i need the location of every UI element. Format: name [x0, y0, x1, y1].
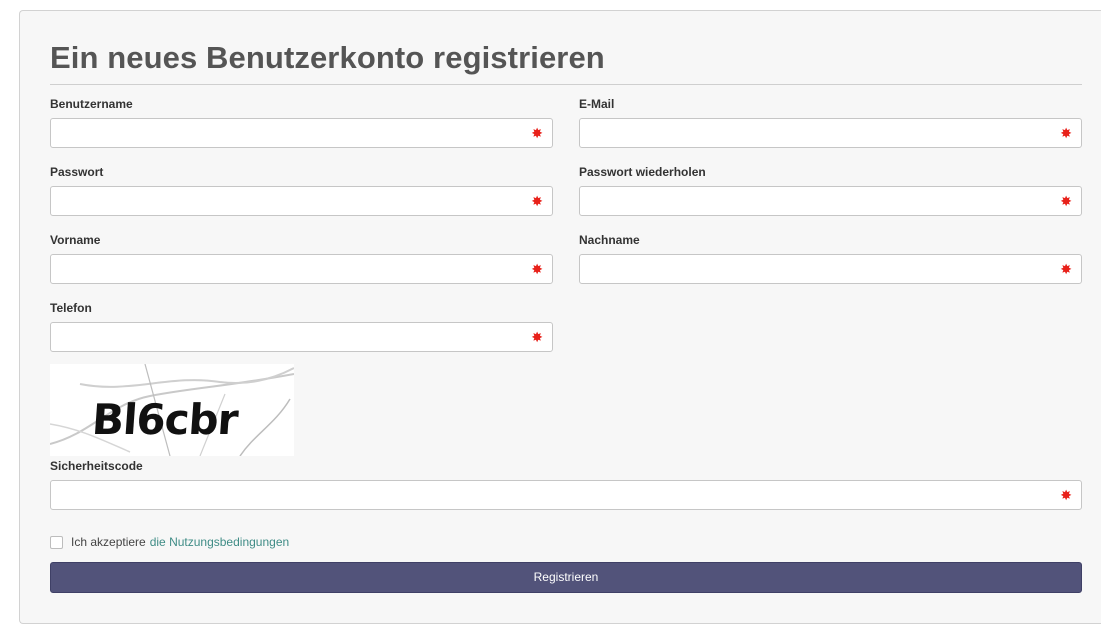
- required-icon: ✸: [1060, 193, 1072, 209]
- firstname-input[interactable]: [51, 255, 522, 283]
- title-divider: [50, 84, 1082, 85]
- registration-panel: [19, 10, 1101, 624]
- required-icon: ✸: [531, 193, 543, 209]
- page-title: Ein neues Benutzerkonto registrieren: [50, 40, 605, 75]
- terms-text: Ich akzeptiere: [71, 535, 146, 549]
- terms-link[interactable]: die Nutzungsbedingungen: [150, 535, 289, 549]
- required-icon: ✸: [1060, 261, 1072, 277]
- phone-input[interactable]: [51, 323, 522, 351]
- phone-field[interactable]: ✸: [50, 322, 553, 352]
- security-code-label: Sicherheitscode: [50, 459, 143, 473]
- username-field[interactable]: ✸: [50, 118, 553, 148]
- password-label: Passwort: [50, 165, 104, 179]
- security-code-input[interactable]: [51, 481, 1051, 509]
- lastname-label: Nachname: [579, 233, 640, 247]
- firstname-field[interactable]: ✸: [50, 254, 553, 284]
- required-icon: ✸: [1060, 487, 1072, 503]
- security-code-field[interactable]: ✸: [50, 480, 1082, 510]
- lastname-input[interactable]: [580, 255, 1051, 283]
- required-icon: ✸: [531, 261, 543, 277]
- terms-checkbox[interactable]: [50, 535, 63, 549]
- register-button[interactable]: Registrieren: [50, 562, 1082, 593]
- phone-label: Telefon: [50, 301, 92, 315]
- captcha-text: Bl6cbr: [90, 395, 240, 444]
- password-repeat-input[interactable]: [580, 187, 1051, 215]
- username-label: Benutzername: [50, 97, 133, 111]
- email-label: E-Mail: [579, 97, 615, 111]
- required-icon: ✸: [1060, 125, 1072, 141]
- lastname-field[interactable]: ✸: [579, 254, 1082, 284]
- terms-row: Ich akzeptiere die Nutzungsbedingungen: [50, 535, 289, 549]
- email-input[interactable]: [580, 119, 1051, 147]
- captcha-image: Bl6cbr: [49, 363, 295, 457]
- username-input[interactable]: [51, 119, 522, 147]
- password-repeat-field[interactable]: ✸: [579, 186, 1082, 216]
- required-icon: ✸: [531, 125, 543, 141]
- password-input[interactable]: [51, 187, 522, 215]
- required-icon: ✸: [531, 329, 543, 345]
- firstname-label: Vorname: [50, 233, 101, 247]
- password-repeat-label: Passwort wiederholen: [579, 165, 706, 179]
- password-field[interactable]: ✸: [50, 186, 553, 216]
- email-field[interactable]: ✸: [579, 118, 1082, 148]
